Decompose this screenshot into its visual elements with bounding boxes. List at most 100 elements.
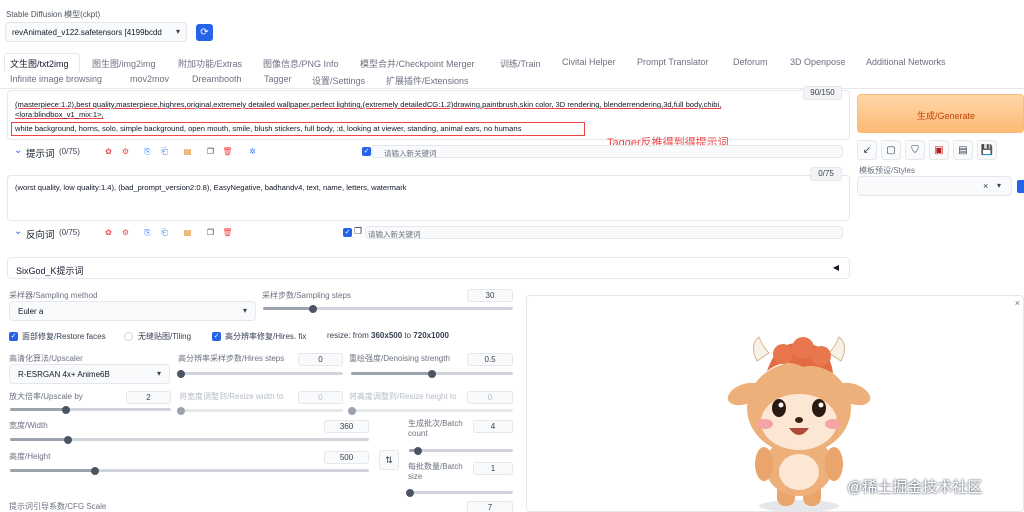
keyword-placeholder: 请输入新关键词 (368, 230, 421, 239)
sampling-steps-input[interactable]: 30 (467, 289, 513, 302)
tab-prompt-translator[interactable]: Prompt Translator (637, 57, 709, 67)
upscaler-dropdown[interactable]: R-ESRGAN 4x+ Anime6B ▾ (9, 364, 170, 384)
tab-train[interactable]: 训练/Train (500, 57, 541, 70)
upscaler-label: 高清化算法/Upscaler (9, 354, 83, 363)
settings-icon[interactable]: ✲ (246, 145, 259, 158)
tab-extras[interactable]: 附加功能/Extras (178, 57, 242, 70)
generate-button[interactable]: 生成/Generate (857, 94, 1024, 133)
upscale-by-input[interactable]: 2 (126, 391, 171, 404)
copy-icon[interactable]: ⎘ (141, 226, 154, 239)
tiling-checkbox[interactable] (124, 332, 133, 341)
chevron-down-icon[interactable]: ⌄ (14, 145, 22, 156)
tab-3d-openpose[interactable]: 3D Openpose (790, 57, 846, 67)
duplicate-icon[interactable]: ❐ (204, 226, 217, 239)
checkpoint-dropdown[interactable]: revAnimated_v122.safetensors [4199bcdd ▾ (5, 22, 187, 42)
tab-mov2mov[interactable]: mov2mov (130, 74, 169, 84)
tab-dreambooth[interactable]: Dreambooth (192, 74, 242, 84)
resize-width-input[interactable]: 0 (298, 391, 343, 404)
hires-fix-checkbox[interactable]: ✓ (212, 332, 221, 341)
tab-extensions[interactable]: 扩展插件/Extensions (386, 74, 469, 87)
styles-dropdown[interactable]: × ▾ (857, 176, 1012, 196)
watermark: @稀土掘金技术社区 (847, 479, 983, 496)
translate-icon[interactable]: ▤ (181, 226, 194, 239)
negative-prompt-text: (worst quality, low quality:1.4), (bad_p… (15, 183, 407, 192)
duplicate-icon[interactable]: ❐ (204, 145, 217, 158)
tab-img2img[interactable]: 图生图/img2img (92, 57, 156, 70)
resize-height-input[interactable]: 0 (467, 391, 513, 404)
flower-icon[interactable]: ✿ (102, 145, 115, 158)
gear-icon[interactable]: ⚙ (119, 145, 132, 158)
upscaler-value: R-ESRGAN 4x+ Anime6B (18, 370, 110, 379)
height-slider[interactable] (10, 466, 369, 475)
tab-txt2img[interactable]: 文生图/txt2img (10, 57, 69, 70)
chevron-down-icon: ▾ (997, 181, 1002, 190)
width-input[interactable]: 360 (324, 420, 369, 433)
batch-size-slider[interactable] (406, 488, 513, 497)
clipboard-button[interactable]: ▤ (953, 140, 973, 160)
swap-dimensions-button[interactable]: ⇅ (379, 450, 399, 470)
height-input[interactable]: 500 (324, 451, 369, 464)
copy-icon[interactable]: ⎘ (141, 145, 154, 158)
show-extra-networks-button[interactable]: ⛉ (905, 140, 925, 160)
duplicate-icon[interactable]: ❐ (354, 226, 362, 237)
sixgod-accordion[interactable]: SixGod_K提示词 ◀ (7, 257, 850, 279)
batch-size-input[interactable]: 1 (473, 462, 513, 475)
tab-bar-row1: 文生图/txt2img 图生图/img2img 附加功能/Extras 图像信息… (0, 53, 1024, 71)
save-style-button[interactable]: 💾 (977, 140, 997, 160)
negative-keyword-input[interactable]: 请输入新关键词 (365, 226, 843, 239)
denoising-slider[interactable] (351, 369, 513, 378)
chevron-down-icon[interactable]: ⌄ (14, 226, 22, 237)
keyword-placeholder: 请输入新关键词 (384, 149, 437, 158)
restore-faces-checkbox[interactable]: ✓ (9, 332, 18, 341)
translate-icon[interactable]: ▤ (181, 145, 194, 158)
negative-token-counter: 0/75 (810, 167, 842, 181)
tab-tagger[interactable]: Tagger (264, 74, 292, 84)
denoising-label: 重绘强度/Denoising strength (349, 354, 450, 363)
apply-style-button[interactable] (1017, 180, 1024, 193)
tab-infinite-image-browsing[interactable]: Infinite image browsing (10, 74, 102, 84)
sampling-steps-slider[interactable] (263, 304, 513, 313)
hires-steps-input[interactable]: 0 (298, 353, 343, 366)
cfg-scale-input[interactable]: 7 (467, 501, 513, 512)
prompt-textarea[interactable]: (masterpiece:1.2),best quality,masterpie… (7, 90, 850, 140)
clear-icon[interactable]: × (983, 181, 988, 191)
batch-count-slider[interactable] (409, 446, 513, 455)
save-icon: 💾 (980, 144, 994, 156)
prompt-label: 提示词 (26, 149, 55, 160)
flower-icon[interactable]: ✿ (102, 226, 115, 239)
prompt-keyword-input[interactable]: 请输入新关键词 (371, 145, 843, 158)
chevron-down-icon: ▾ (175, 27, 180, 36)
trash-icon[interactable]: 🗑 (221, 145, 234, 158)
tab-png-info[interactable]: 图像信息/PNG Info (263, 57, 339, 70)
tab-additional-networks[interactable]: Additional Networks (866, 57, 946, 67)
read-params-button[interactable]: ↙ (857, 140, 877, 160)
resize-height-slider[interactable] (348, 406, 513, 415)
refresh-button[interactable]: ⟳ (196, 24, 213, 41)
close-icon[interactable]: × (1015, 298, 1020, 308)
denoising-input[interactable]: 0.5 (467, 353, 513, 366)
tab-civitai-helper[interactable]: Civitai Helper (562, 57, 616, 67)
negative-prompt-textarea[interactable]: (worst quality, low quality:1.4), (bad_p… (7, 175, 850, 221)
resize-width-slider[interactable] (177, 406, 343, 415)
style-button[interactable]: ▣ (929, 140, 949, 160)
negative-keyword-checkbox[interactable]: ✓ (343, 228, 352, 237)
batch-count-input[interactable]: 4 (473, 420, 513, 433)
tab-deforum[interactable]: Deforum (733, 57, 768, 67)
arrow-icon: ↙ (862, 144, 872, 156)
clear-button[interactable]: ▢ (881, 140, 901, 160)
gear-icon[interactable]: ⚙ (119, 226, 132, 239)
prompt-toolbar: ⌄ 提示词 (0/75) ✿ ⚙ ⎘ ⎗ ▤ ❐ 🗑 ✲ ✓ 请输入新关键词 (14, 145, 859, 160)
hires-steps-slider[interactable] (177, 369, 343, 378)
prompt-count: (0/75) (59, 147, 80, 156)
width-slider[interactable] (10, 435, 369, 444)
paste-icon[interactable]: ⎗ (158, 226, 171, 239)
tab-settings[interactable]: 设置/Settings (312, 74, 365, 87)
trash-icon[interactable]: 🗑 (221, 226, 234, 239)
keyword-checkbox[interactable]: ✓ (362, 147, 371, 156)
batch-count-label: 生成批次/Batch count (408, 419, 463, 438)
upscale-by-slider[interactable] (10, 405, 171, 414)
prompt-token-counter: 90/150 (803, 86, 842, 100)
sampling-method-dropdown[interactable]: Euler a ▾ (9, 301, 256, 321)
tab-checkpoint-merger[interactable]: 模型合并/Checkpoint Merger (360, 57, 475, 70)
paste-icon[interactable]: ⎗ (158, 145, 171, 158)
